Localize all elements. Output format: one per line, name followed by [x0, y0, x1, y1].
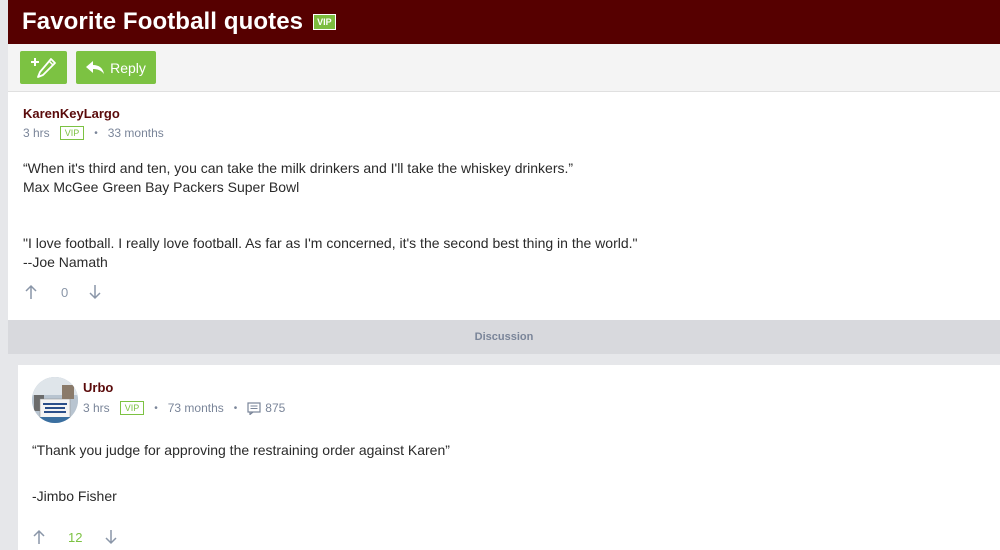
comment-icon — [247, 401, 261, 415]
discussion-label: Discussion — [474, 331, 534, 343]
vote-row: 12 — [32, 529, 118, 545]
post-time: 3 hrs — [23, 126, 50, 140]
quote-attribution: -Jimbo Fisher — [32, 488, 117, 504]
post-count: 875 — [265, 401, 286, 415]
post-author[interactable]: KarenKeyLargo — [23, 106, 120, 121]
post-meta: 3 hrs VIP • 73 months • 875 — [83, 401, 285, 415]
quote-attribution: --Joe Namath — [23, 254, 108, 270]
reply-post: Urbo 3 hrs VIP • 73 months • 875 “Thank … — [18, 365, 1000, 550]
vote-row: 0 — [24, 284, 102, 300]
quote-line: "I love football. I really love football… — [23, 235, 638, 251]
vip-tag: VIP — [59, 126, 85, 140]
thread-toolbar: Reply — [8, 44, 1000, 92]
quote-line: “When it's third and ten, you can take t… — [23, 160, 574, 176]
post-time: 3 hrs — [83, 401, 110, 415]
thread-title: Favorite Football quotes — [22, 8, 304, 35]
original-post: KarenKeyLargo 3 hrs VIP • 33 months “Whe… — [8, 92, 1000, 320]
post-meta: 3 hrs VIP • 33 months — [23, 126, 164, 140]
reply-button[interactable]: Reply — [76, 51, 156, 84]
quote-line: “Thank you judge for approving the restr… — [32, 442, 450, 458]
reply-arrow-icon — [86, 60, 105, 74]
thread-header: Favorite Football quotes VIP — [8, 0, 1000, 44]
meta-separator: • — [154, 402, 158, 414]
vote-count: 0 — [61, 284, 69, 300]
post-body: “When it's third and ten, you can take t… — [23, 159, 638, 272]
meta-separator: • — [233, 402, 238, 414]
downvote-arrow-icon[interactable] — [104, 529, 118, 545]
reply-label: Reply — [110, 59, 146, 76]
member-tenure: 73 months — [167, 401, 224, 415]
upvote-arrow-icon[interactable] — [32, 529, 46, 545]
avatar[interactable] — [32, 377, 78, 423]
discussion-divider: Discussion — [8, 320, 1000, 354]
upvote-arrow-icon[interactable] — [24, 284, 38, 300]
vip-badge: VIP — [313, 14, 336, 30]
post-author[interactable]: Urbo — [83, 380, 113, 395]
vip-tag: VIP — [119, 401, 145, 415]
user-avatar-image — [32, 377, 78, 423]
pencil-plus-icon — [30, 57, 56, 78]
vote-count: 12 — [68, 529, 83, 545]
downvote-arrow-icon[interactable] — [88, 284, 102, 300]
new-post-button[interactable] — [20, 51, 67, 84]
post-body: “Thank you judge for approving the restr… — [32, 441, 450, 506]
quote-attribution: Max McGee Green Bay Packers Super Bowl — [23, 179, 300, 195]
meta-separator: • — [94, 127, 98, 139]
member-tenure: 33 months — [107, 126, 164, 140]
